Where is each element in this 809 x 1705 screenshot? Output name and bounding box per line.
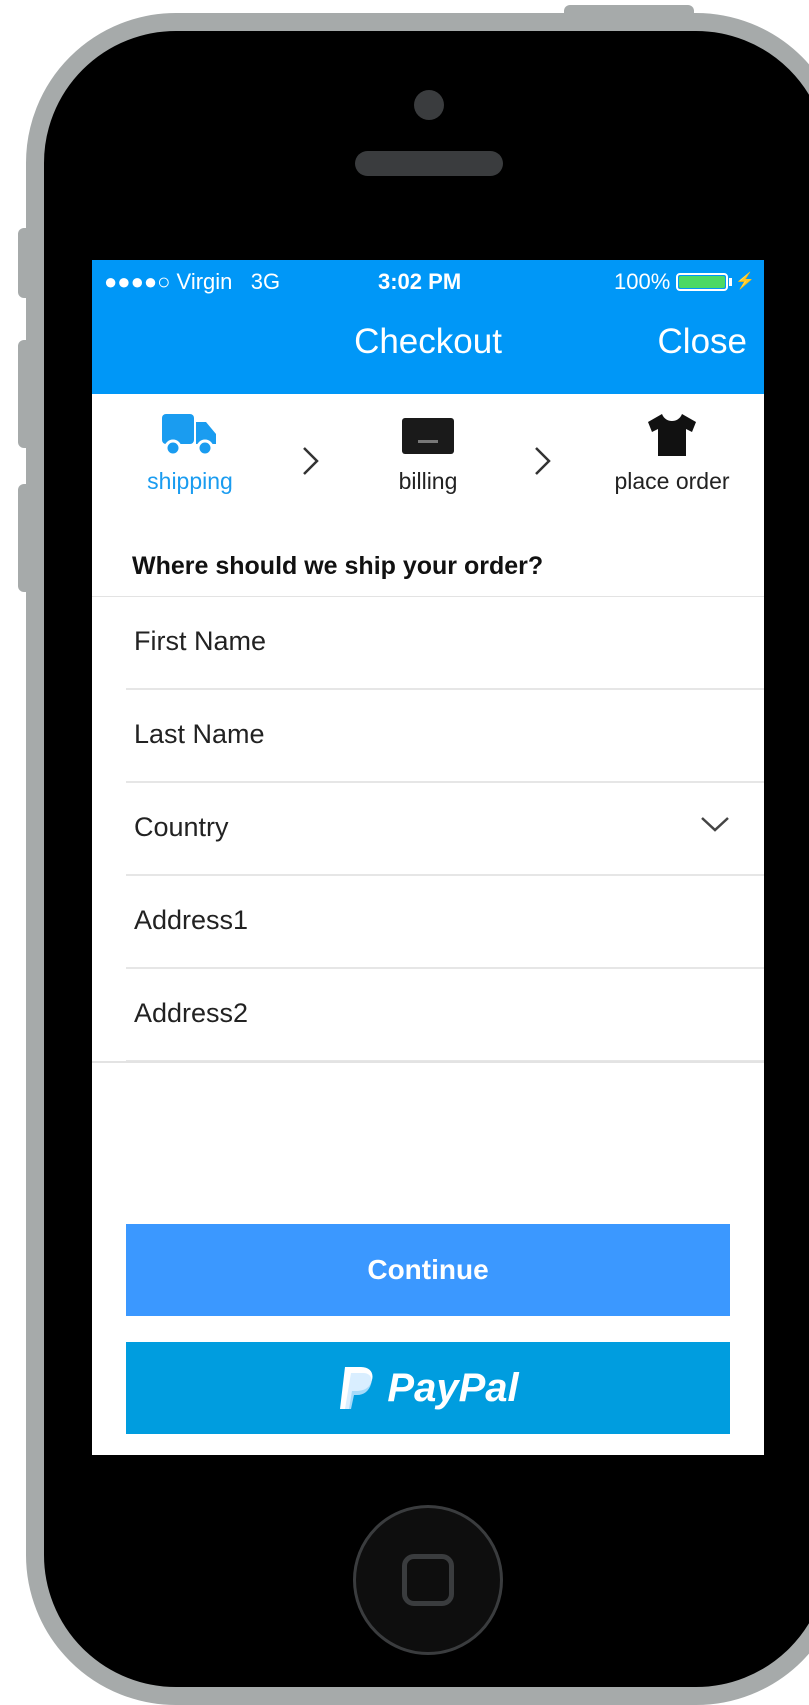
step-billing[interactable]: billing [368,412,488,495]
nav-header: ●●●●○ Virgin 3G 3:02 PM 100% ⚡ Checkout … [92,260,764,394]
chevron-right-icon [533,444,553,484]
checkout-steps: shipping billing place order [92,394,764,514]
shipping-form [92,597,764,1061]
form-question: Where should we ship your order? [132,552,544,580]
chevron-right-icon [301,444,321,484]
chevron-down-icon [701,817,729,832]
close-button[interactable]: Close [658,322,747,362]
battery-percent: 100% [614,269,671,294]
earpiece-speaker [355,151,503,176]
battery-tip [729,278,733,286]
credit-card-icon [402,418,454,454]
status-time: 3:02 PM [378,269,462,294]
form-row [126,597,764,690]
step-label-place-order: place order [614,468,730,494]
truck-icon [162,414,216,457]
address2-input[interactable] [134,995,694,1031]
battery-status: 100% ⚡ [614,269,755,295]
last-name-input[interactable] [134,716,694,752]
step-label-shipping: shipping [147,468,233,494]
front-camera [414,90,444,120]
home-button[interactable] [353,1505,503,1655]
tshirt-icon [648,414,696,456]
battery-fill [679,276,726,288]
form-row [126,969,764,1061]
paypal-logo-icon [340,1367,373,1409]
app-screen: ●●●●○ Virgin 3G 3:02 PM 100% ⚡ Checkout … [92,260,764,1455]
address1-input[interactable] [134,902,694,938]
form-row [126,690,764,783]
form-row [126,876,764,969]
first-name-input[interactable] [134,623,694,659]
battery-icon [676,273,729,291]
carrier-name: ●●●●○ Virgin [104,269,233,294]
paypal-label: PayPal [387,1365,519,1410]
step-label-billing: billing [398,468,458,494]
step-place-order[interactable]: place order [587,412,757,495]
step-shipping[interactable]: shipping [137,412,243,495]
country-select[interactable] [134,809,694,845]
continue-button[interactable]: Continue [126,1224,730,1316]
home-square-icon [402,1554,454,1606]
paypal-button[interactable]: PayPal [126,1342,730,1434]
network-type: 3G [250,269,281,294]
device-mockup: ●●●●○ Virgin 3G 3:02 PM 100% ⚡ Checkout … [0,0,809,1705]
divider [92,1061,764,1063]
charging-bolt-icon: ⚡ [735,273,756,290]
carrier-status: ●●●●○ Virgin 3G [104,269,280,295]
form-row [126,783,764,876]
